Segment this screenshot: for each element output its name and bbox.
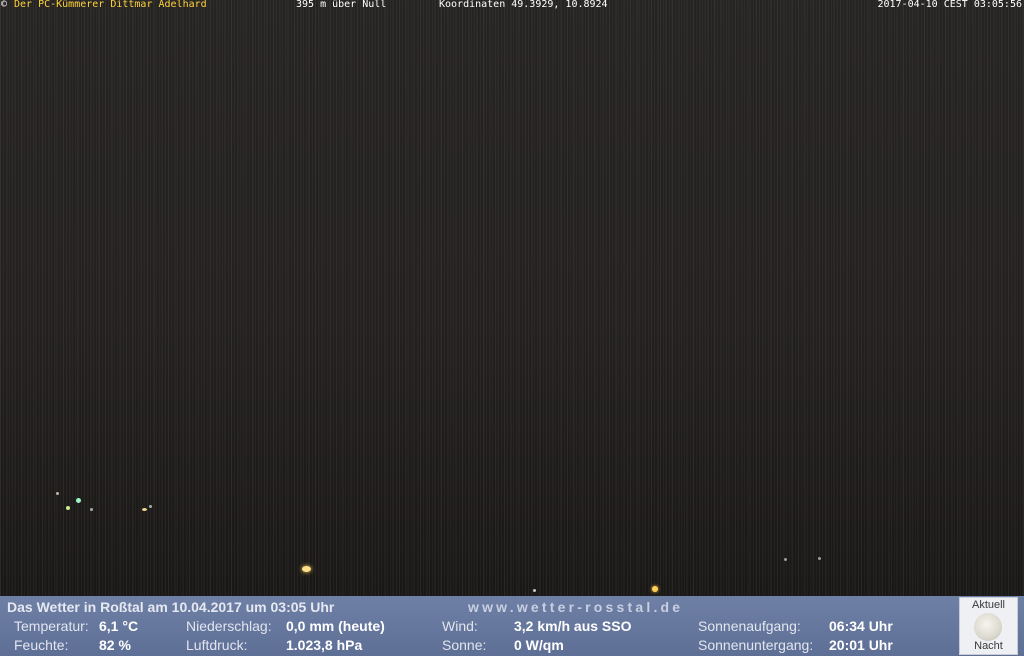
moon-bottom-label: Nacht	[974, 640, 1003, 652]
humidity-label: Feuchte:	[14, 637, 69, 653]
sun-value: 0 W/qm	[514, 637, 564, 653]
street-light	[302, 566, 311, 572]
distant-light	[76, 498, 81, 503]
wind-label: Wind:	[442, 618, 478, 634]
distant-light	[90, 508, 93, 511]
author-name: Der PC-Kümmerer Dittmar Adelhard	[14, 0, 207, 10]
elevation-text: 395 m über Null	[296, 0, 387, 10]
weather-panel: Das Wetter in Roßtal am 10.04.2017 um 03…	[0, 596, 1024, 656]
copyright-mark: ©	[1, 0, 8, 10]
moon-top-label: Aktuell	[971, 599, 1006, 611]
coordinates-text: Koordinaten 49.3929, 10.8924	[439, 0, 608, 10]
webcam-night-image	[0, 0, 1024, 596]
distant-light	[66, 506, 70, 510]
sunset-label: Sonnenuntergang:	[698, 637, 814, 653]
distant-light	[784, 558, 787, 561]
moon-phase-box: Aktuell Nacht	[959, 597, 1018, 655]
precip-value: 0,0 mm (heute)	[286, 618, 385, 634]
precip-label: Niederschlag:	[186, 618, 272, 634]
sunrise-label: Sonnenaufgang:	[698, 618, 801, 634]
street-light	[652, 586, 658, 592]
pressure-label: Luftdruck:	[186, 637, 248, 653]
pressure-value: 1.023,8 hPa	[286, 637, 363, 653]
weather-headline: Das Wetter in Roßtal am 10.04.2017 um 03…	[7, 599, 335, 615]
wind-value: 3,2 km/h aus SSO	[514, 618, 632, 634]
distant-light	[56, 492, 59, 495]
timestamp-text: 2017-04-10 CEST 03:05:56	[877, 0, 1023, 10]
sunrise-value: 06:34 Uhr	[829, 618, 893, 634]
temperature-label: Temperatur:	[14, 618, 89, 634]
sunset-value: 20:01 Uhr	[829, 637, 893, 653]
sun-label: Sonne:	[442, 637, 487, 653]
humidity-value: 82 %	[99, 637, 131, 653]
distant-light	[818, 557, 821, 560]
website-link[interactable]: www.wetter-rosstal.de	[468, 599, 683, 615]
full-moon-icon	[974, 613, 1002, 641]
distant-light	[149, 505, 152, 508]
distant-light	[533, 589, 536, 592]
temperature-value: 6,1 °C	[99, 618, 139, 634]
distant-light	[142, 508, 147, 511]
webcam-info-bar: © Der PC-Kümmerer Dittmar Adelhard 395 m…	[0, 0, 1024, 10]
